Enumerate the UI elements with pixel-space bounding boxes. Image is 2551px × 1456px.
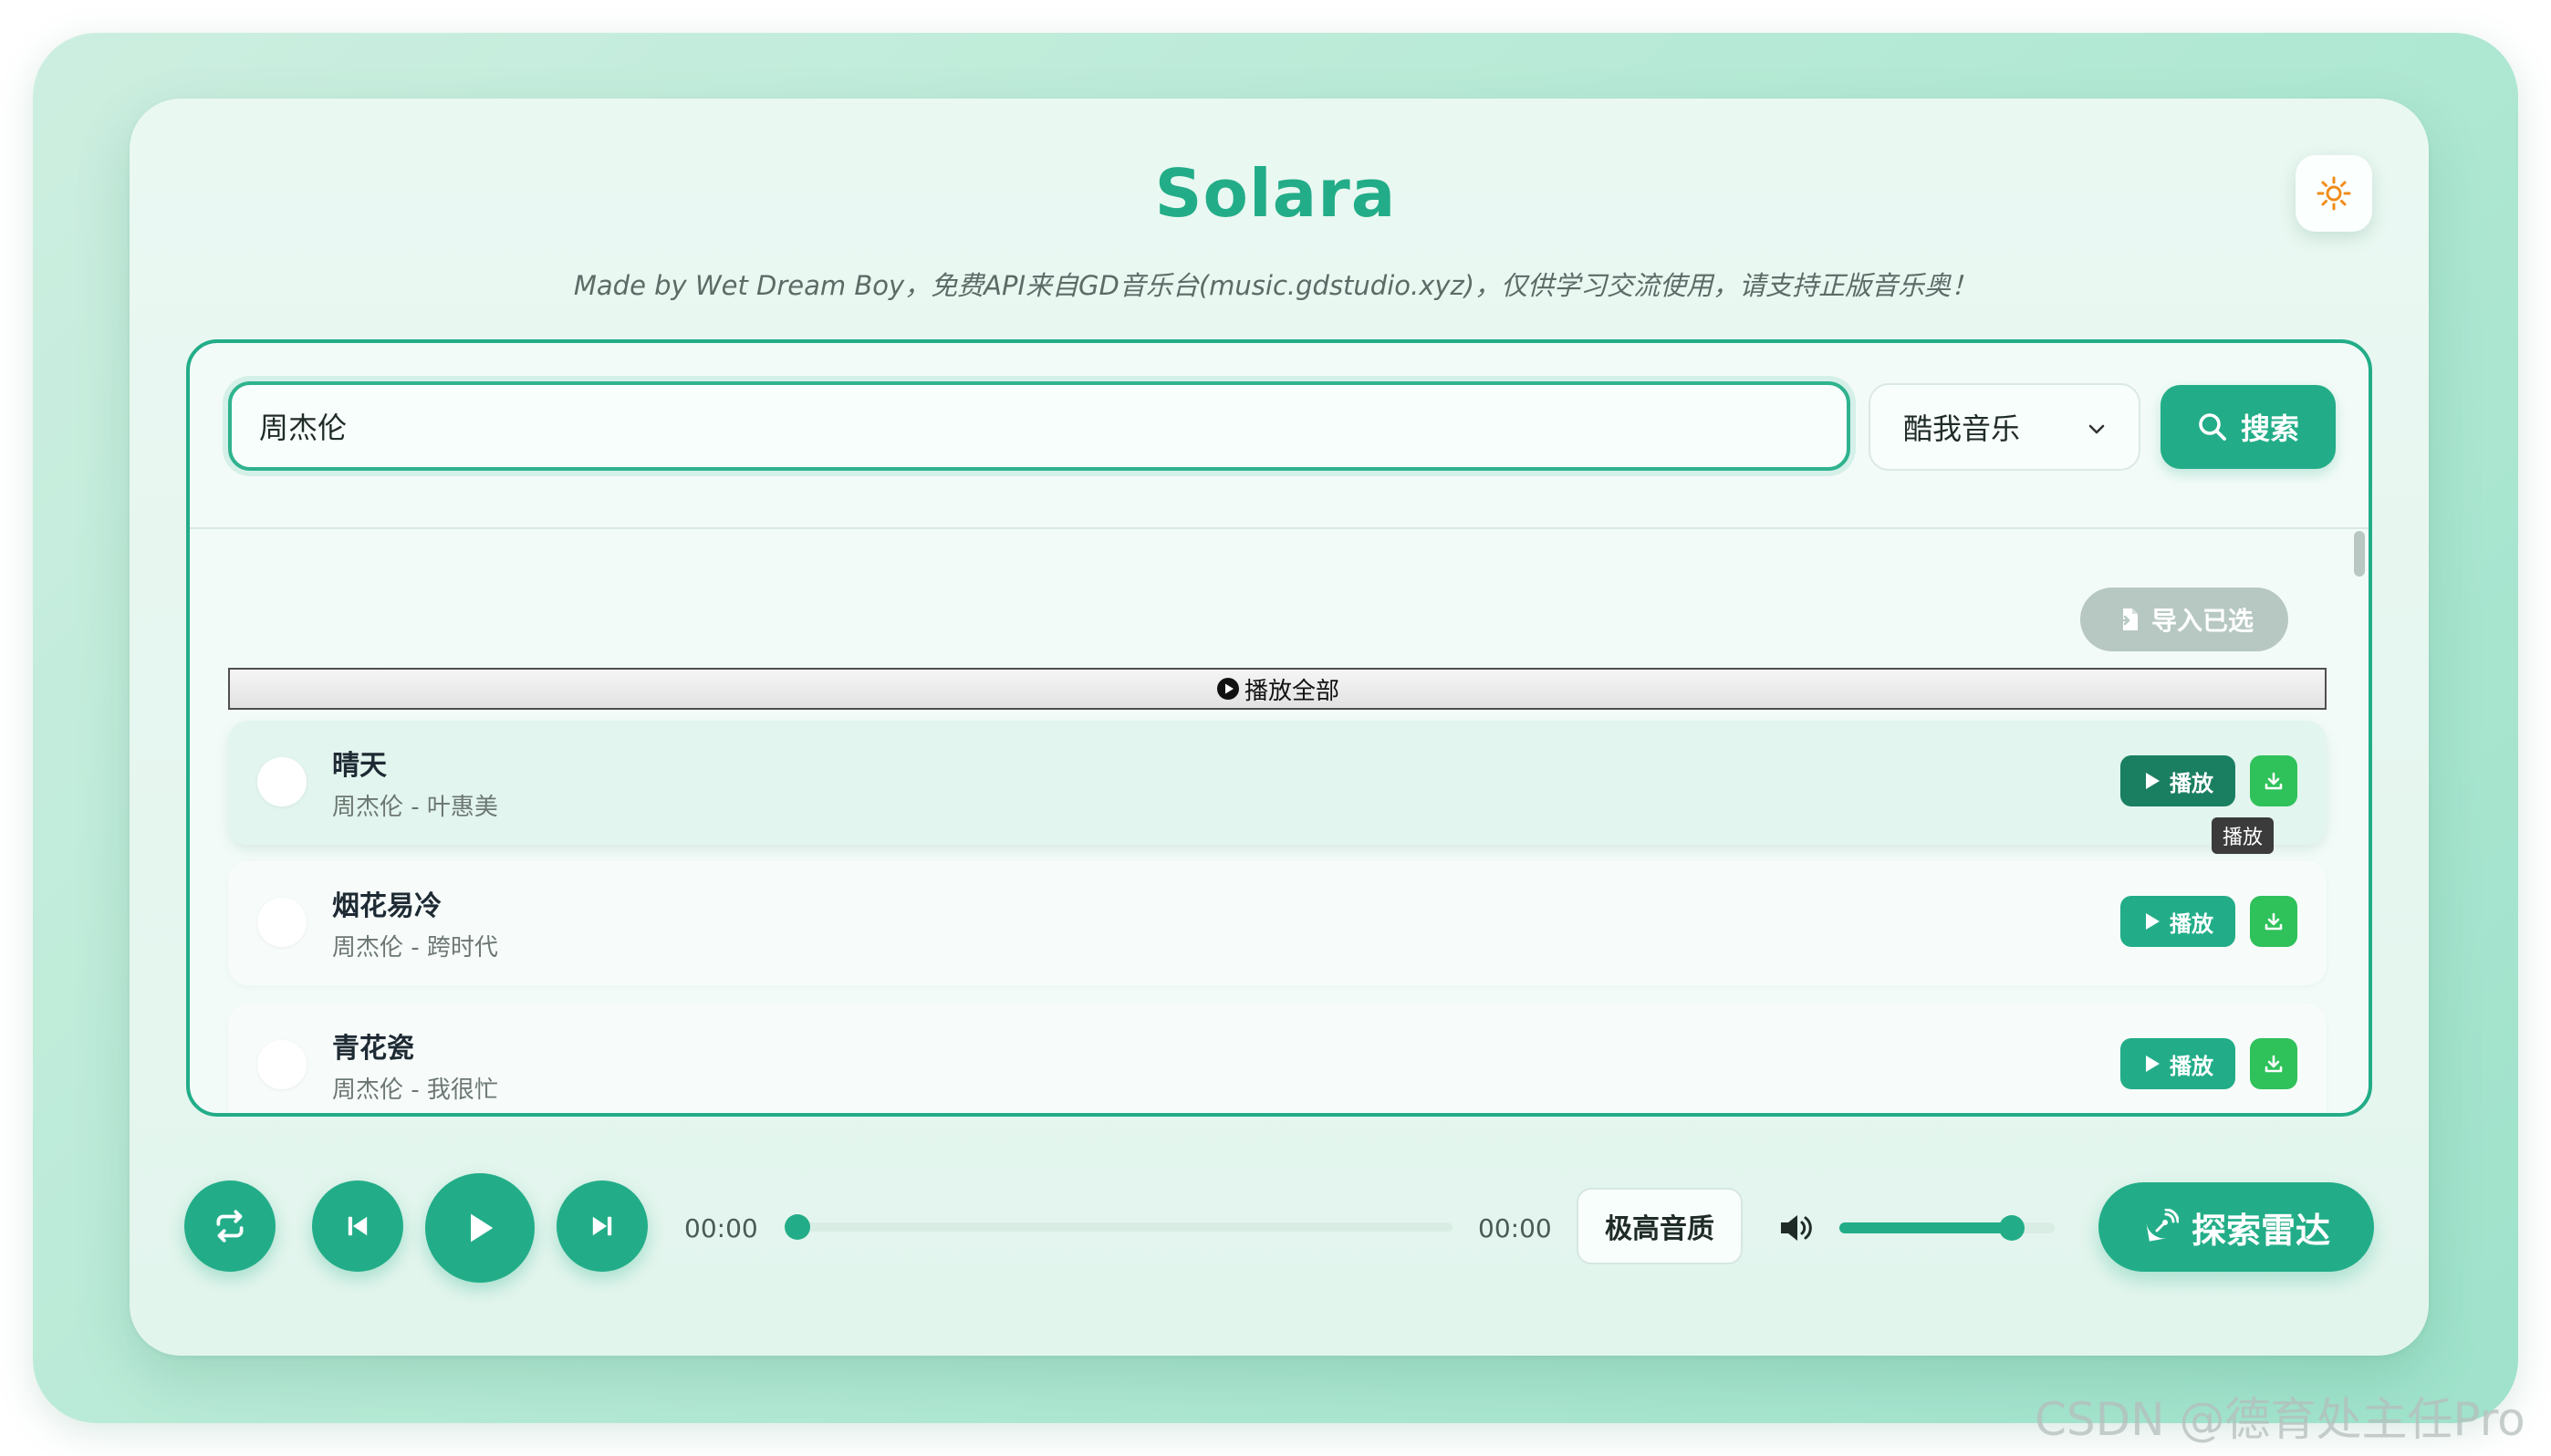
- song-row[interactable]: 青花瓷 周杰伦 - 我很忙 播放: [228, 1004, 2327, 1113]
- play-icon: [2146, 773, 2160, 789]
- download-icon: [2265, 772, 2283, 790]
- song-select-checkbox[interactable]: [257, 1040, 307, 1089]
- total-time: 00:00: [1478, 1213, 1552, 1243]
- quality-select-button[interactable]: 极高音质: [1577, 1188, 1743, 1264]
- song-row[interactable]: 晴天 周杰伦 - 叶惠美 播放 播放: [228, 721, 2327, 854]
- quality-label: 极高音质: [1605, 1213, 1714, 1245]
- song-play-button[interactable]: 播放: [2120, 1038, 2235, 1089]
- play-circle-icon: [1216, 678, 1239, 700]
- volume-fill: [1839, 1222, 2012, 1233]
- app-title: Solara: [1154, 155, 1397, 232]
- song-title: 晴天: [332, 750, 387, 782]
- song-download-button[interactable]: [2250, 896, 2297, 947]
- volume-knob[interactable]: [1998, 1215, 2025, 1241]
- theme-toggle-button[interactable]: [2296, 155, 2372, 232]
- song-play-label: 播放: [2170, 910, 2213, 937]
- song-select-checkbox[interactable]: [257, 898, 307, 947]
- search-button-label: 搜索: [2240, 411, 2299, 446]
- play-pause-button[interactable]: [425, 1173, 535, 1283]
- source-select-value: 酷我音乐: [1903, 411, 2021, 446]
- next-track-button[interactable]: [557, 1180, 648, 1272]
- explore-radar-label: 探索雷达: [2191, 1210, 2330, 1251]
- scrollbar-thumb[interactable]: [2354, 531, 2365, 577]
- repeat-icon: [216, 1210, 244, 1243]
- song-play-label: 播放: [2170, 1053, 2213, 1079]
- source-select[interactable]: 酷我音乐: [1869, 383, 2140, 471]
- search-panel: 酷我音乐 搜索 导入已选 播放全部 晴天 周杰伦 - 叶惠美: [186, 339, 2372, 1117]
- play-icon: [471, 1213, 494, 1243]
- volume-slider[interactable]: [1839, 1215, 2055, 1241]
- play-tooltip: 播放: [2212, 817, 2275, 854]
- sun-icon: [2317, 176, 2351, 211]
- download-icon: [2265, 912, 2283, 931]
- song-select-checkbox[interactable]: [257, 757, 307, 806]
- song-download-button[interactable]: [2250, 755, 2297, 806]
- search-button[interactable]: 搜索: [2161, 385, 2336, 469]
- search-icon: [2199, 413, 2226, 441]
- current-time: 00:00: [684, 1213, 758, 1243]
- download-icon: [2265, 1055, 2283, 1073]
- song-play-button[interactable]: 播放: [2120, 755, 2235, 806]
- play-all-button[interactable]: 播放全部: [228, 668, 2327, 710]
- skip-back-icon: [348, 1216, 368, 1236]
- song-artist-album: 周杰伦 - 我很忙: [332, 1076, 498, 1104]
- song-artist-album: 周杰伦 - 跨时代: [332, 934, 498, 962]
- import-selected-button[interactable]: 导入已选: [2080, 588, 2288, 651]
- watermark: CSDN @德育处主任Pro: [2035, 1393, 2525, 1446]
- song-download-button[interactable]: [2250, 1038, 2297, 1089]
- song-play-label: 播放: [2170, 770, 2213, 796]
- play-icon: [2146, 913, 2160, 930]
- song-title: 烟花易冷: [332, 890, 442, 922]
- play-icon: [2146, 1056, 2160, 1072]
- song-title: 青花瓷: [332, 1033, 414, 1065]
- panel-divider: [190, 527, 2369, 529]
- previous-track-button[interactable]: [312, 1180, 403, 1272]
- repeat-mode-button[interactable]: [184, 1180, 276, 1272]
- skip-forward-icon: [592, 1216, 612, 1236]
- app-subtitle: Made by Wet Dream Boy，免费API来自GD音乐台(music…: [573, 270, 1978, 301]
- song-row[interactable]: 烟花易冷 周杰伦 - 跨时代 播放: [228, 861, 2327, 985]
- progress-slider[interactable]: [785, 1214, 1453, 1240]
- song-artist-album: 周杰伦 - 叶惠美: [332, 794, 498, 821]
- search-input[interactable]: [228, 381, 1850, 471]
- song-play-button[interactable]: 播放: [2120, 896, 2235, 947]
- satellite-dish-icon: [2146, 1209, 2179, 1242]
- explore-radar-button[interactable]: 探索雷达: [2098, 1182, 2374, 1272]
- chevron-down-icon: [2088, 424, 2105, 434]
- file-import-icon: [2116, 608, 2138, 630]
- import-selected-label: 导入已选: [2150, 606, 2254, 636]
- play-all-label: 播放全部: [1244, 677, 1339, 705]
- volume-icon[interactable]: [1777, 1208, 1817, 1248]
- progress-knob[interactable]: [785, 1214, 810, 1240]
